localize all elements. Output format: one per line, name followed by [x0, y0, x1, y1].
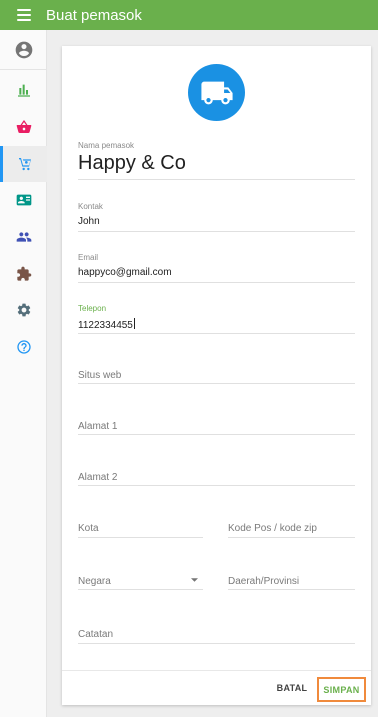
supplier-form-card: Nama pemasok Happy & Co Kontak John Emai… [62, 46, 371, 705]
puzzle-icon [16, 266, 31, 281]
region-field[interactable]: Daerah/Provinsi [228, 567, 355, 590]
supplier-name-label: Nama pemasok [78, 141, 135, 150]
email-label: Email [78, 253, 99, 262]
truck-icon [200, 81, 233, 104]
postal-code-field[interactable]: Kode Pos / kode zip [228, 516, 355, 538]
dropdown-arrow-icon [191, 578, 198, 582]
sidebar-item-help[interactable] [0, 329, 47, 365]
city-field[interactable]: Kota [78, 516, 203, 538]
cart-person-icon [19, 158, 31, 171]
website-field[interactable]: Situs web [78, 362, 355, 384]
country-placeholder: Negara [78, 576, 111, 587]
notes-field[interactable]: Catatan [78, 621, 355, 644]
contact-field[interactable]: Kontak John [78, 198, 355, 232]
people-icon [16, 232, 31, 242]
sidebar [0, 30, 47, 717]
sidebar-item-customers[interactable] [0, 182, 47, 218]
phone-field[interactable]: Telepon 1122334455 [78, 300, 355, 334]
phone-value: 1122334455 [78, 320, 133, 331]
address2-field[interactable]: Alamat 2 [78, 464, 355, 486]
phone-label: Telepon [78, 304, 107, 313]
contact-value: John [78, 216, 100, 227]
form-actions: BATAL SIMPAN [62, 670, 371, 705]
postal-code-placeholder: Kode Pos / kode zip [228, 523, 317, 534]
cancel-button[interactable]: BATAL [270, 671, 314, 705]
email-field[interactable]: Email happyco@gmail.com [78, 249, 355, 283]
supplier-name-field[interactable]: Nama pemasok Happy & Co [78, 138, 355, 180]
sidebar-item-reports[interactable] [0, 72, 47, 108]
help-circle-icon [16, 340, 31, 354]
contact-card-icon [16, 194, 31, 206]
website-placeholder: Situs web [78, 370, 122, 381]
bar-chart-icon [17, 84, 30, 97]
sidebar-item-settings[interactable] [0, 292, 47, 328]
page-title: Buat pemasok [46, 6, 142, 24]
sidebar-item-sales[interactable] [0, 109, 47, 145]
email-value: happyco@gmail.com [78, 267, 172, 278]
shopping-basket-icon [16, 120, 31, 133]
phone-input[interactable]: 1122334455 [78, 318, 135, 331]
sidebar-item-purchasing[interactable] [0, 146, 47, 182]
region-placeholder: Daerah/Provinsi [228, 576, 300, 587]
address1-field[interactable]: Alamat 1 [78, 413, 355, 435]
account-circle-icon [15, 41, 32, 58]
save-button[interactable]: SIMPAN [317, 677, 366, 702]
supplier-badge [188, 64, 245, 121]
sidebar-item-integrations[interactable] [0, 256, 47, 292]
text-cursor [133, 318, 135, 329]
city-placeholder: Kota [78, 523, 99, 534]
address1-placeholder: Alamat 1 [78, 421, 118, 432]
contact-label: Kontak [78, 202, 103, 211]
gear-icon [17, 303, 30, 317]
supplier-name-value: Happy & Co [78, 152, 186, 174]
country-select[interactable]: Negara [78, 567, 203, 590]
hamburger-menu-icon[interactable] [17, 9, 31, 21]
address2-placeholder: Alamat 2 [78, 472, 118, 483]
app-bar: Buat pemasok [0, 0, 378, 30]
account-button[interactable] [0, 30, 47, 70]
sidebar-item-employees[interactable] [0, 219, 47, 255]
notes-placeholder: Catatan [78, 629, 114, 640]
